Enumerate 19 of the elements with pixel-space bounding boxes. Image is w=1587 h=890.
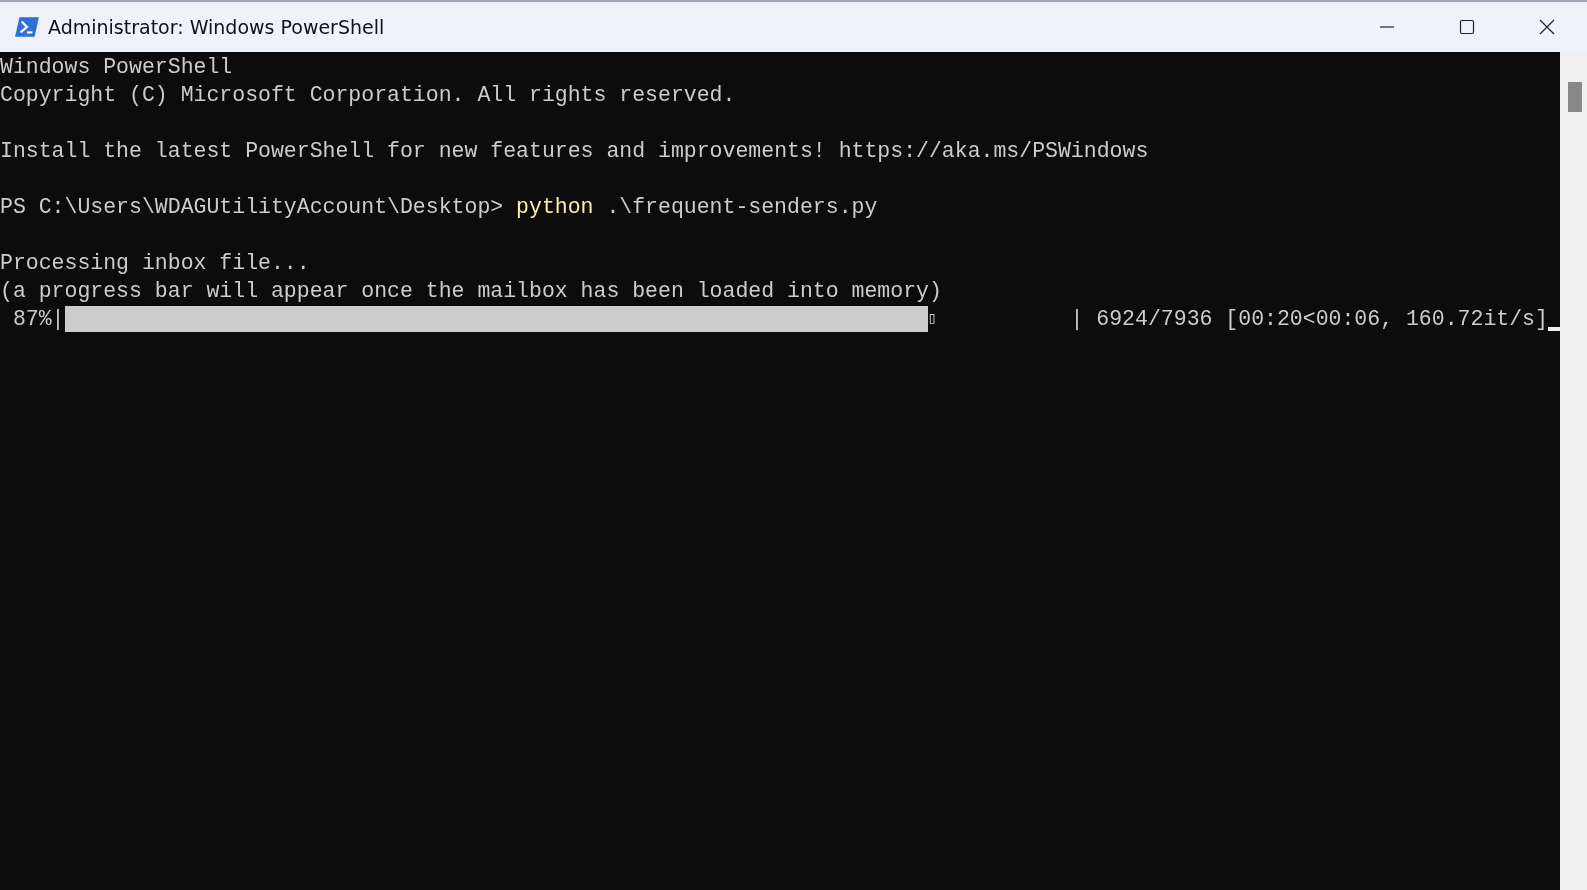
console-line: Copyright (C) Microsoft Corporation. All rights reserved. [0,82,737,109]
console-line: Processing inbox file... [0,250,311,277]
close-icon [1539,19,1555,35]
progress-percent: 87%| [11,306,65,333]
console-line: Windows PowerShell [0,54,234,81]
command-argument: .\frequent-senders.py [606,194,878,221]
command-name: python [516,194,594,221]
missing-glyph: ▯ [927,309,938,330]
progress-stats: | 6924/7936 [00:20<00:06, 160.72it/s] [1070,306,1548,333]
console-line: Install the latest PowerShell for new features and improvements! https://aka.ms/PSWindows [0,138,1150,165]
scrollbar[interactable] [1559,52,1587,890]
scrollbar-thumb[interactable] [1567,82,1582,112]
powershell-icon [14,16,40,38]
window-title: Administrator: Windows PowerShell [48,16,385,38]
console-line: (a progress bar will appear once the mailbox has been loaded into memory) [0,278,943,305]
text-cursor [1547,327,1560,331]
prompt: PS C:\Users\WDAGUtilityAccount\Desktop> [0,194,504,221]
maximize-icon [1459,19,1475,35]
minimize-icon [1379,26,1395,28]
